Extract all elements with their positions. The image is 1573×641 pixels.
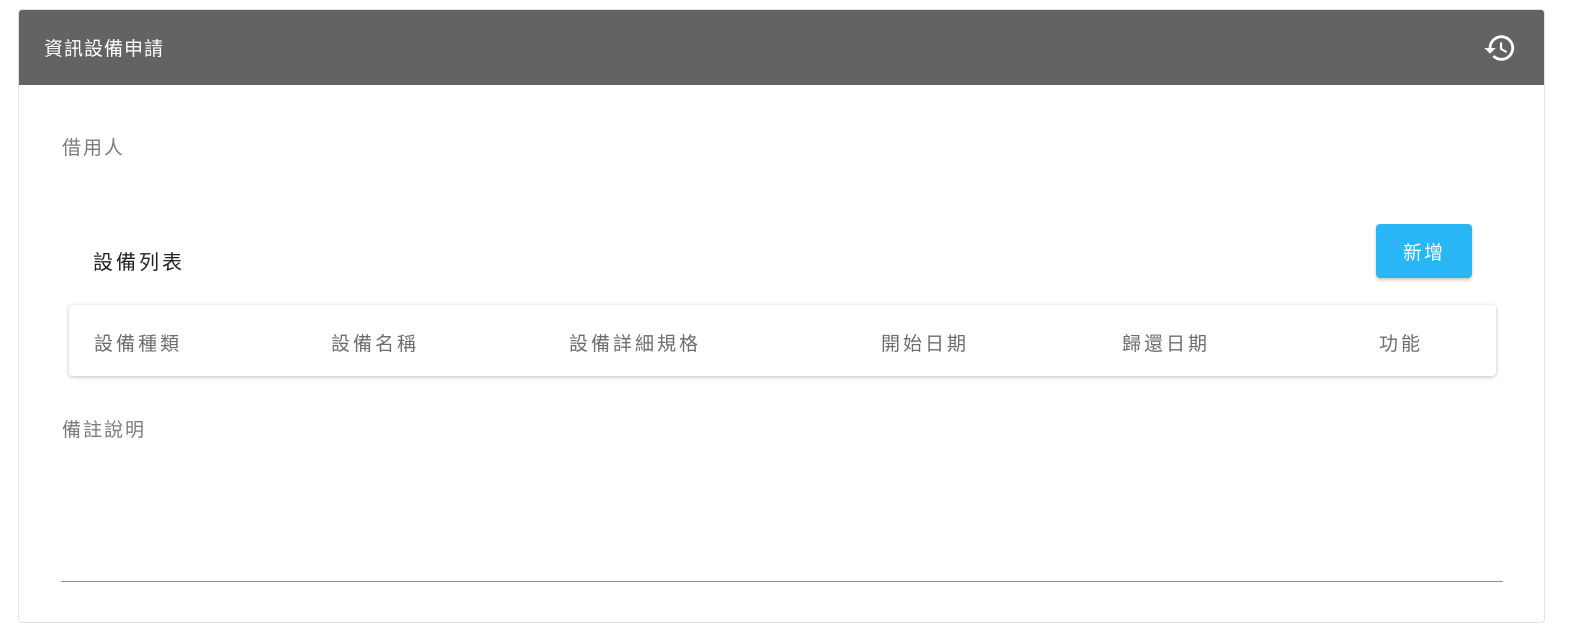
column-header-start-date: 開始日期: [881, 333, 970, 355]
card-body: 借用人 設備列表 新增 設備種類 設備名稱 設備詳細規格 開始日期 歸還日期 功…: [19, 85, 1544, 622]
history-icon: [1484, 34, 1515, 61]
card-header: 資訊設備申請: [19, 10, 1544, 85]
equipment-list-title: 設備列表: [93, 250, 185, 274]
page-title: 資訊設備申請: [44, 38, 165, 60]
column-header-actions: 功能: [1379, 333, 1424, 355]
remark-label: 備註說明: [62, 419, 147, 441]
history-button[interactable]: [1482, 30, 1518, 66]
column-header-equipment-type: 設備種類: [94, 333, 183, 355]
borrower-label: 借用人: [62, 137, 126, 159]
add-equipment-button[interactable]: 新增: [1376, 224, 1472, 278]
column-header-equipment-spec: 設備詳細規格: [569, 333, 702, 355]
equipment-request-card: 資訊設備申請 借用人 設備列表 新增 設備種類 設備名稱 設備詳細規格 開始日期…: [18, 9, 1545, 623]
equipment-table: 設備種類 設備名稱 設備詳細規格 開始日期 歸還日期 功能: [69, 305, 1496, 376]
column-header-return-date: 歸還日期: [1122, 333, 1211, 355]
column-header-equipment-name: 設備名稱: [331, 333, 420, 355]
remark-textarea-underline[interactable]: [61, 581, 1503, 582]
